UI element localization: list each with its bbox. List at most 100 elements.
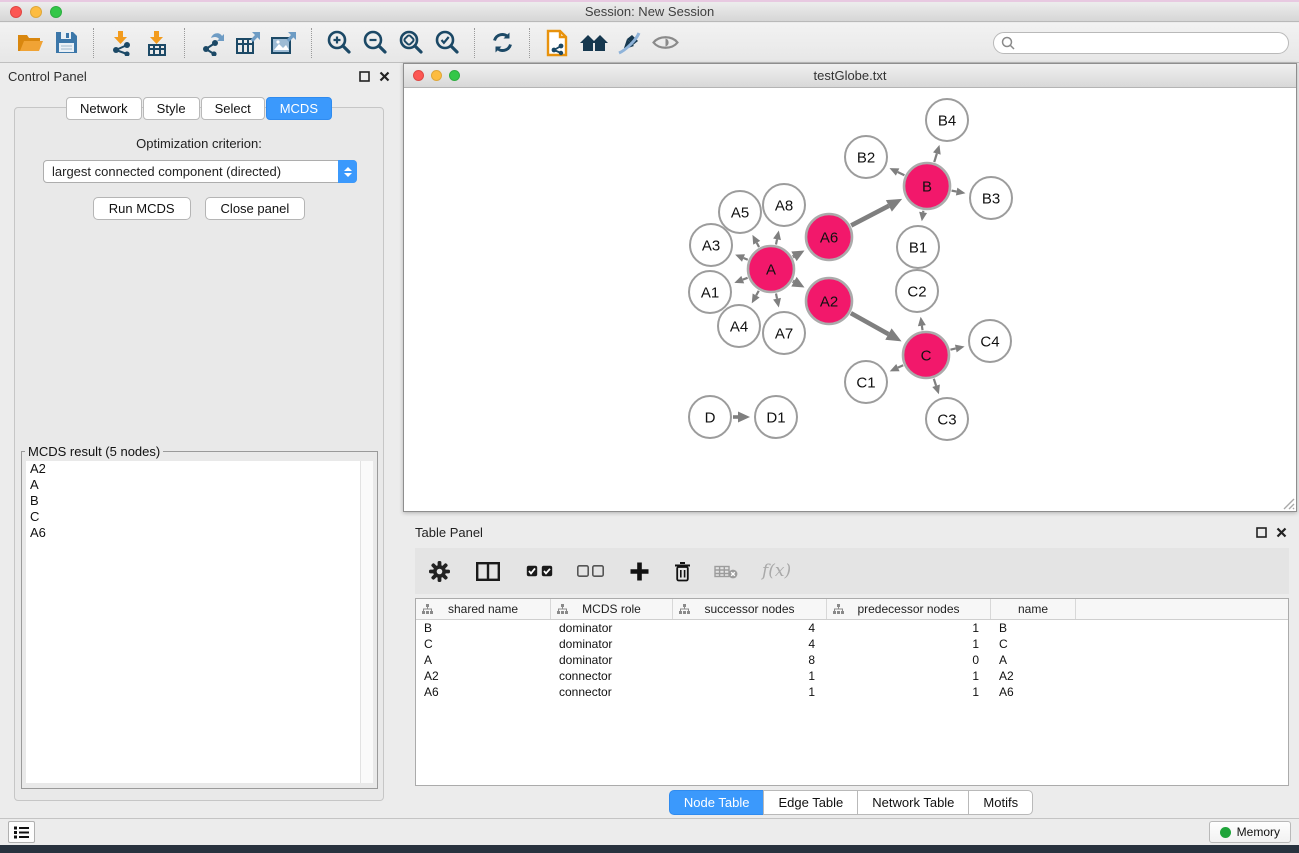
function-builder-icon[interactable]: f(x) bbox=[762, 561, 791, 581]
table-cell[interactable]: 1 bbox=[673, 669, 827, 683]
zoom-selected-icon[interactable] bbox=[429, 27, 465, 59]
table-row[interactable]: Cdominator41C bbox=[416, 636, 1288, 652]
close-panel-button[interactable]: Close panel bbox=[205, 197, 306, 220]
table-cell[interactable]: connector bbox=[551, 685, 673, 699]
import-network-icon[interactable] bbox=[103, 27, 139, 59]
graph-node-B3[interactable]: B3 bbox=[970, 177, 1012, 219]
add-column-icon[interactable] bbox=[630, 562, 649, 581]
table-cell[interactable]: 4 bbox=[673, 621, 827, 635]
float-panel-icon[interactable] bbox=[359, 71, 370, 82]
table-cell[interactable]: 8 bbox=[673, 653, 827, 667]
table-row[interactable]: Adominator80A bbox=[416, 652, 1288, 668]
graph-node-B4[interactable]: B4 bbox=[926, 99, 968, 141]
table-cell[interactable]: 1 bbox=[673, 685, 827, 699]
graph-node-D[interactable]: D bbox=[689, 396, 731, 438]
table-cell[interactable]: 1 bbox=[827, 685, 991, 699]
table-row[interactable]: A2connector11A2 bbox=[416, 668, 1288, 684]
open-file-icon[interactable] bbox=[12, 27, 48, 59]
result-list-scrollbar[interactable] bbox=[360, 461, 373, 783]
graph-node-C3[interactable]: C3 bbox=[926, 398, 968, 440]
graph-edge-C-C2[interactable] bbox=[922, 326, 923, 331]
graph-node-A8[interactable]: A8 bbox=[763, 184, 805, 226]
column-header-predecessor-nodes[interactable]: predecessor nodes bbox=[827, 599, 991, 619]
table-tab-node-table[interactable]: Node Table bbox=[669, 790, 765, 815]
column-header-successor-nodes[interactable]: successor nodes bbox=[673, 599, 827, 619]
result-item[interactable]: A2 bbox=[26, 461, 373, 477]
search-input[interactable] bbox=[1020, 36, 1288, 50]
table-cell[interactable]: dominator bbox=[551, 621, 673, 635]
graph-edge-C-C3[interactable] bbox=[934, 379, 936, 386]
graph-node-C[interactable]: C bbox=[903, 332, 949, 378]
graph-edge-B-B2[interactable] bbox=[898, 172, 905, 175]
graph-edge-A-A4[interactable] bbox=[756, 291, 759, 296]
table-cell[interactable]: dominator bbox=[551, 637, 673, 651]
table-cell[interactable]: dominator bbox=[551, 653, 673, 667]
table-settings-icon[interactable] bbox=[429, 561, 450, 582]
export-image-icon[interactable] bbox=[266, 27, 302, 59]
graph-node-C2[interactable]: C2 bbox=[896, 270, 938, 312]
graph-edge-C-C4[interactable] bbox=[950, 348, 955, 349]
close-table-panel-icon[interactable] bbox=[1276, 527, 1287, 538]
table-tab-network-table[interactable]: Network Table bbox=[857, 790, 969, 815]
graph-edge-A-A2[interactable] bbox=[793, 281, 794, 282]
table-cell[interactable]: A6 bbox=[416, 685, 551, 699]
deselect-all-icon[interactable] bbox=[577, 565, 604, 577]
table-row[interactable]: A6connector11A6 bbox=[416, 684, 1288, 700]
graph-node-A6[interactable]: A6 bbox=[806, 214, 852, 260]
table-cell[interactable]: B bbox=[991, 621, 1076, 635]
table-cell[interactable]: B bbox=[416, 621, 551, 635]
zoom-in-icon[interactable] bbox=[321, 27, 357, 59]
graph-node-A2[interactable]: A2 bbox=[806, 278, 852, 324]
table-tab-edge-table[interactable]: Edge Table bbox=[763, 790, 858, 815]
table-row[interactable]: Bdominator41B bbox=[416, 620, 1288, 636]
graph-edge-B-B4[interactable] bbox=[934, 153, 937, 162]
table-cell[interactable]: A2 bbox=[416, 669, 551, 683]
graph-node-A3[interactable]: A3 bbox=[690, 224, 732, 266]
table-cell[interactable]: 4 bbox=[673, 637, 827, 651]
zoom-fit-icon[interactable] bbox=[393, 27, 429, 59]
table-tab-motifs[interactable]: Motifs bbox=[968, 790, 1033, 815]
table-cell[interactable]: 1 bbox=[827, 637, 991, 651]
graph-node-B[interactable]: B bbox=[904, 163, 950, 209]
table-cell[interactable]: C bbox=[416, 637, 551, 651]
delete-table-icon[interactable] bbox=[714, 564, 738, 579]
column-header-MCDS-role[interactable]: MCDS role bbox=[551, 599, 673, 619]
column-header-name[interactable]: name bbox=[991, 599, 1076, 619]
control-tab-mcds[interactable]: MCDS bbox=[266, 97, 332, 120]
graph-node-D1[interactable]: D1 bbox=[755, 396, 797, 438]
graph-node-A5[interactable]: A5 bbox=[719, 191, 761, 233]
export-network-icon[interactable] bbox=[194, 27, 230, 59]
network-graph[interactable]: B4B2BB3A8A5A6A3B1AA1C2A2A4A7C4CC1DD1C3 bbox=[404, 88, 1296, 511]
table-cell[interactable]: A bbox=[416, 653, 551, 667]
refresh-icon[interactable] bbox=[484, 27, 520, 59]
control-tab-select[interactable]: Select bbox=[201, 97, 265, 120]
result-item[interactable]: C bbox=[26, 509, 373, 525]
graph-edge-A-A3[interactable] bbox=[743, 258, 747, 260]
table-cell[interactable]: connector bbox=[551, 669, 673, 683]
graph-edge-A2-C[interactable] bbox=[851, 313, 889, 334]
table-cell[interactable]: A2 bbox=[991, 669, 1076, 683]
graph-edge-B-B3[interactable] bbox=[952, 191, 957, 192]
graph-edge-A6-B[interactable] bbox=[851, 206, 889, 226]
graph-node-C1[interactable]: C1 bbox=[845, 361, 887, 403]
import-table-icon[interactable] bbox=[139, 27, 175, 59]
graph-edge-A-A7[interactable] bbox=[776, 293, 777, 298]
graph-node-A4[interactable]: A4 bbox=[718, 305, 760, 347]
column-header-shared-name[interactable]: shared name bbox=[416, 599, 551, 619]
save-session-icon[interactable] bbox=[48, 27, 84, 59]
graph-node-B2[interactable]: B2 bbox=[845, 136, 887, 178]
zoom-out-icon[interactable] bbox=[357, 27, 393, 59]
table-cell[interactable]: 1 bbox=[827, 621, 991, 635]
home-icon[interactable] bbox=[575, 27, 611, 59]
criterion-select[interactable]: largest connected component (directed) bbox=[43, 160, 357, 183]
table-cell[interactable]: A6 bbox=[991, 685, 1076, 699]
graph-edge-A-A8[interactable] bbox=[776, 239, 777, 244]
network-canvas[interactable]: B4B2BB3A8A5A6A3B1AA1C2A2A4A7C4CC1DD1C3 bbox=[404, 88, 1296, 511]
new-session-from-network-icon[interactable] bbox=[539, 27, 575, 59]
graph-edge-C-C1[interactable] bbox=[898, 365, 903, 367]
network-window-titlebar[interactable]: testGlobe.txt bbox=[404, 64, 1296, 88]
select-all-icon[interactable] bbox=[526, 565, 553, 577]
table-cell[interactable]: C bbox=[991, 637, 1076, 651]
show-columns-icon[interactable] bbox=[476, 562, 500, 581]
table-cell[interactable]: A bbox=[991, 653, 1076, 667]
